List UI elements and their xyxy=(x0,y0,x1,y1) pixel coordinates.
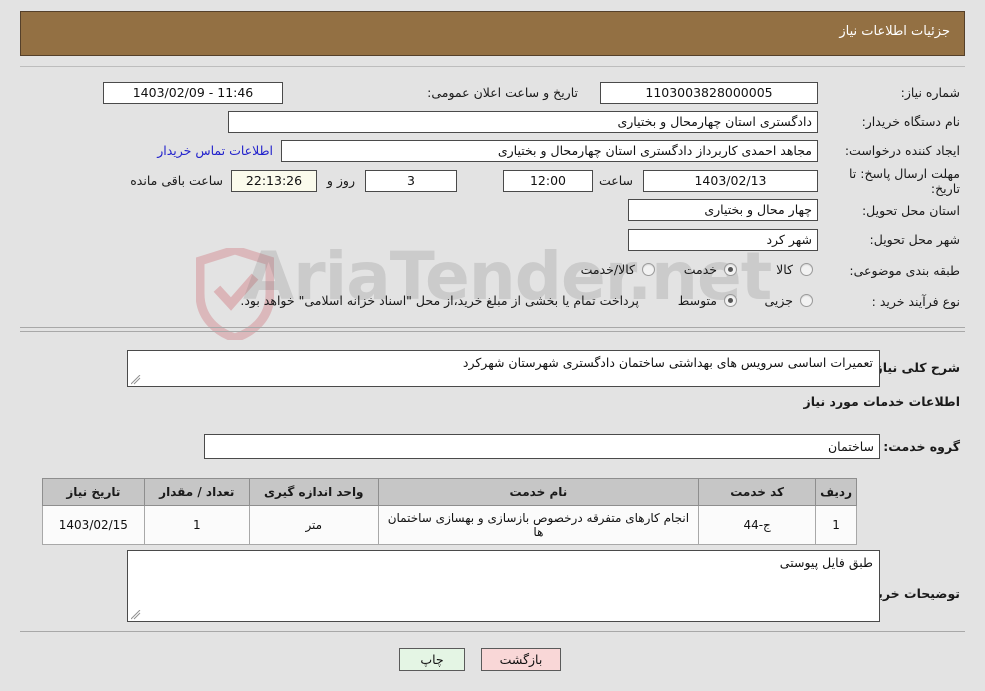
buyer-notes-textarea[interactable]: طبق فایل پیوستی xyxy=(127,550,880,622)
radio-process-medium[interactable] xyxy=(724,294,737,307)
page-root: AriaTender.net جزئیات اطلاعات نیاز شماره… xyxy=(0,0,985,691)
announcement-datetime-field[interactable]: 1403/02/09 - 11:46 xyxy=(103,82,283,104)
deadline-date-field[interactable]: 1403/02/13 xyxy=(643,170,818,192)
th-date: تاریخ نیاز xyxy=(42,478,145,506)
radio-category-service-label: خدمت xyxy=(683,262,717,277)
th-qty: تعداد / مقدار xyxy=(143,478,250,506)
th-name: نام خدمت xyxy=(377,478,700,506)
print-button[interactable]: چاپ xyxy=(399,648,465,671)
cell-qty: 1 xyxy=(143,505,250,545)
service-group-field[interactable]: ساختمان xyxy=(204,434,880,459)
delivery-city-field[interactable]: شهر کرد xyxy=(628,229,818,251)
radio-process-minor[interactable] xyxy=(800,294,813,307)
cell-date: 1403/02/15 xyxy=(42,505,145,545)
divider-bottom xyxy=(20,631,965,632)
radio-process-medium-label: متوسط xyxy=(677,293,717,308)
delivery-province-field[interactable]: چهار محال و بختیاری xyxy=(628,199,818,221)
page-title: جزئیات اطلاعات نیاز xyxy=(839,24,950,39)
cell-unit: متر xyxy=(248,505,379,545)
deadline-hour-field[interactable]: 12:00 xyxy=(503,170,593,192)
need-number-field[interactable]: 1103003828000005 xyxy=(600,82,818,104)
description-textarea[interactable]: تعمیرات اساسی سرویس های بهداشتی ساختمان … xyxy=(127,350,880,387)
request-creator-field[interactable]: مجاهد احمدی کاربرداز دادگستری استان چهار… xyxy=(281,140,818,162)
radio-category-goods-label: کالا xyxy=(776,262,793,277)
treasury-note: پرداخت تمام یا بخشی از مبلغ خرید،از محل … xyxy=(240,293,639,308)
cell-row: 1 xyxy=(815,505,857,545)
cell-name: انجام کارهای متفرقه درخصوص بازسازی و بهس… xyxy=(377,505,700,545)
table-row[interactable]: 1 ج-44 انجام کارهای متفرقه درخصوص بازساز… xyxy=(42,505,857,545)
table-header-row: ردیف کد خدمت نام خدمت واحد اندازه گیری ت… xyxy=(42,478,857,506)
th-unit: واحد اندازه گیری xyxy=(248,478,379,506)
resize-grip-icon-notes[interactable] xyxy=(131,610,141,620)
radio-process-minor-label: جزیی xyxy=(764,293,793,308)
th-code: کد خدمت xyxy=(698,478,817,506)
remaining-days-field[interactable]: 3 xyxy=(365,170,457,192)
page-title-bar: جزئیات اطلاعات نیاز xyxy=(20,11,965,56)
radio-category-goods-service-label: کالا/خدمت xyxy=(580,262,635,277)
radio-category-goods[interactable] xyxy=(800,263,813,276)
divider-top-2 xyxy=(20,331,965,332)
services-table: ردیف کد خدمت نام خدمت واحد اندازه گیری ت… xyxy=(42,478,857,545)
countdown-timer-field: 22:13:26 xyxy=(231,170,317,192)
divider-top xyxy=(20,327,965,328)
back-button[interactable]: بازگشت xyxy=(481,648,561,671)
resize-grip-icon[interactable] xyxy=(131,375,141,385)
buyer-notes-text: طبق فایل پیوستی xyxy=(779,555,873,570)
cell-code: ج-44 xyxy=(698,505,817,545)
radio-category-goods-service[interactable] xyxy=(642,263,655,276)
buyer-contact-link[interactable]: اطلاعات تماس خریدار xyxy=(157,143,273,158)
th-row: ردیف xyxy=(815,478,857,506)
buyer-org-field[interactable]: دادگستری استان چهارمحال و بختیاری xyxy=(228,111,818,133)
description-text: تعمیرات اساسی سرویس های بهداشتی ساختمان … xyxy=(462,355,873,370)
radio-category-service[interactable] xyxy=(724,263,737,276)
